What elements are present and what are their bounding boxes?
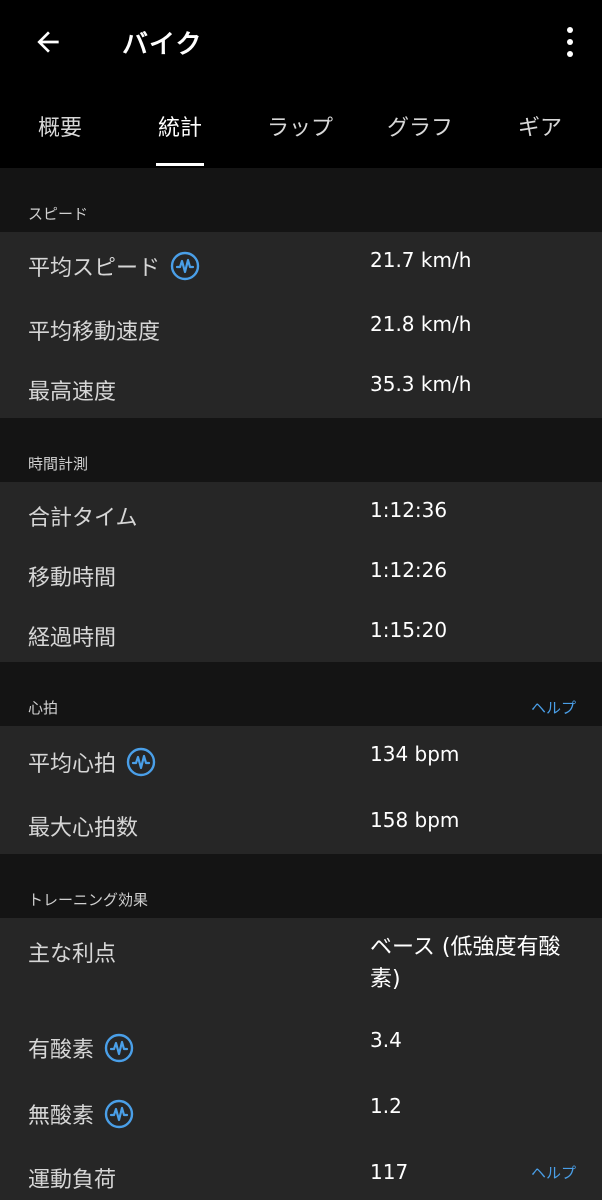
tab-overview[interactable]: 概要 — [0, 84, 120, 168]
stat-label: 平均移動速度 — [28, 320, 161, 345]
page-title: バイク — [122, 30, 203, 60]
stat-label-wrap: 平均心拍 — [28, 746, 156, 778]
help-link[interactable]: ヘルプ — [531, 1162, 576, 1183]
stat-label-wrap: 平均スピード — [28, 250, 200, 282]
stat-label: 運動負荷 — [28, 1168, 117, 1193]
section-header-training-effect: トレーニング効果 — [0, 854, 602, 918]
stat-value: 134 bpm — [370, 742, 460, 766]
section-title: トレーニング効果 — [28, 891, 149, 909]
stat-value: 1:12:36 — [370, 498, 448, 522]
stat-value: 1:15:20 — [370, 618, 448, 642]
more-options-button[interactable] — [556, 18, 584, 66]
tab-laps[interactable]: ラップ — [240, 84, 360, 168]
stat-row[interactable]: 最高速度 35.3 km/h — [0, 356, 602, 416]
stat-label: 平均心拍 — [28, 752, 117, 777]
card-speed: 平均スピード 21.7 km/h 平均移動速度 21.8 km/h 最高速度 3… — [0, 232, 602, 418]
card-heart-rate: 平均心拍 134 bpm 最大心拍数 158 bpm — [0, 726, 602, 854]
active-tab-indicator — [156, 163, 204, 166]
stat-label: 無酸素 — [28, 1104, 95, 1129]
tab-stats[interactable]: 統計 — [120, 84, 240, 168]
stat-label: 合計タイム — [28, 506, 138, 531]
tab-graphs[interactable]: グラフ — [360, 84, 480, 168]
section-header-timing: 時間計測 — [0, 418, 602, 482]
card-timing: 合計タイム 1:12:36 移動時間 1:12:26 経過時間 1:15:20 — [0, 482, 602, 662]
stat-label: 最大心拍数 — [28, 816, 139, 841]
stat-row[interactable]: 主な利点 ベース (低強度有酸素) — [0, 918, 602, 1014]
help-link[interactable]: ヘルプ — [531, 697, 576, 718]
tab-gear[interactable]: ギア — [480, 84, 600, 168]
section-header-heart-rate: 心拍 ヘルプ — [0, 662, 602, 726]
stat-label: 経過時間 — [28, 626, 117, 651]
heart-rate-monitor-icon — [104, 1099, 134, 1129]
section-title: 時間計測 — [28, 455, 89, 473]
top-app-bar: バイク — [0, 0, 602, 84]
tab-bar: 概要 統計 ラップ グラフ ギア — [0, 84, 602, 168]
more-vert-icon — [567, 27, 573, 33]
stat-value: 21.7 km/h — [370, 248, 472, 272]
stat-label-wrap: 有酸素 — [28, 1032, 134, 1064]
stat-row[interactable]: 有酸素 3.4 — [0, 1014, 602, 1080]
section-title: スピード — [28, 205, 89, 223]
stat-row[interactable]: 運動負荷 117 ヘルプ — [0, 1146, 602, 1200]
tab-stats-label: 統計 — [157, 116, 202, 141]
stat-value: 1.2 — [370, 1094, 402, 1118]
stat-row[interactable]: 平均心拍 134 bpm — [0, 726, 602, 790]
stat-value: 1:12:26 — [370, 558, 448, 582]
stat-label: 有酸素 — [28, 1038, 95, 1063]
section-header-speed: スピード — [0, 168, 602, 232]
back-button[interactable] — [26, 20, 70, 64]
stat-row[interactable]: 経過時間 1:15:20 — [0, 602, 602, 662]
heart-rate-monitor-icon — [104, 1033, 134, 1063]
stat-row[interactable]: 平均スピード 21.7 km/h — [0, 232, 602, 296]
stat-row[interactable]: 合計タイム 1:12:36 — [0, 482, 602, 542]
stat-value: 21.8 km/h — [370, 312, 472, 336]
stat-row[interactable]: 無酸素 1.2 — [0, 1080, 602, 1146]
app: バイク 概要 統計 ラップ グラフ ギア スピード 平均スピード 21.7 km… — [0, 0, 602, 1200]
stat-value: ベース (低強度有酸素) — [370, 935, 561, 992]
heart-rate-monitor-icon — [170, 251, 200, 281]
section-title: 心拍 — [28, 699, 59, 717]
stat-row[interactable]: 平均移動速度 21.8 km/h — [0, 296, 602, 356]
stat-label: 平均スピード — [28, 256, 161, 281]
card-training-effect: 主な利点 ベース (低強度有酸素) 有酸素 3.4 無酸素 1.2 運動負荷 1… — [0, 918, 602, 1200]
stat-label: 移動時間 — [28, 566, 117, 591]
more-vert-dot — [567, 51, 573, 57]
stat-label: 主な利点 — [28, 942, 117, 967]
stat-value: 158 bpm — [370, 808, 460, 832]
stat-label: 最高速度 — [28, 380, 117, 405]
heart-rate-monitor-icon — [126, 747, 156, 777]
stat-value: 3.4 — [370, 1028, 402, 1052]
stat-label-wrap: 無酸素 — [28, 1098, 134, 1130]
stat-row[interactable]: 移動時間 1:12:26 — [0, 542, 602, 602]
stat-row[interactable]: 最大心拍数 158 bpm — [0, 790, 602, 854]
more-vert-dot — [567, 39, 573, 45]
arrow-left-icon — [37, 31, 59, 53]
stat-value: 35.3 km/h — [370, 372, 472, 396]
